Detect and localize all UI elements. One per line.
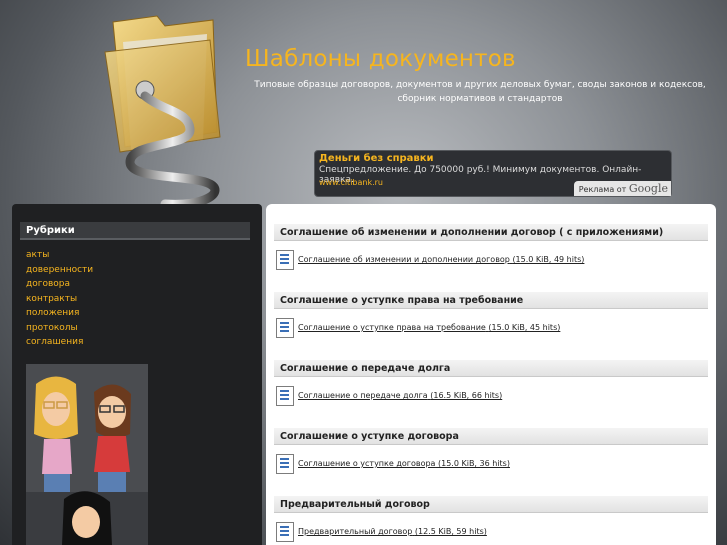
document-icon[interactable]	[276, 454, 294, 474]
doc-meta: (12.5 KiB, 59 hits)	[414, 527, 487, 536]
section-title: Соглашение об изменении и дополнении дог…	[274, 224, 708, 241]
doc-section: Предварительный договор Предварительный …	[274, 496, 708, 542]
google-ad-block[interactable]: Деньги без справки Спецпредложение. До 7…	[314, 150, 672, 197]
section-title: Соглашение о передаче долга	[274, 360, 708, 377]
folder-spring-icon	[104, 15, 221, 207]
doc-section: Соглашение об изменении и дополнении дог…	[274, 224, 708, 270]
category-link[interactable]: доверенности	[26, 263, 93, 278]
doc-row: Предварительный договор (12.5 KiB, 59 hi…	[274, 522, 708, 542]
document-icon[interactable]	[276, 386, 294, 406]
document-icon[interactable]	[276, 250, 294, 270]
category-link[interactable]: контракты	[26, 292, 93, 307]
doc-meta: (15.0 KiB, 49 hits)	[512, 255, 585, 264]
ad-url[interactable]: www.citibank.ru	[319, 178, 383, 187]
main-content: Соглашение об изменении и дополнении дог…	[266, 204, 716, 545]
site-tagline: Типовые образцы договоров, документов и …	[254, 80, 706, 104]
ad-title[interactable]: Деньги без справки	[319, 153, 434, 164]
ad-badge-prefix: Реклама от	[578, 185, 627, 194]
doc-download-link[interactable]: Соглашение о уступке договора	[298, 459, 435, 468]
doc-section: Соглашение о передаче долга Соглашение о…	[274, 360, 708, 406]
site-title[interactable]: Шаблоны документов	[245, 46, 516, 72]
category-link[interactable]: акты	[26, 248, 93, 263]
doc-download-link[interactable]: Соглашение об изменении и дополнении дог…	[298, 255, 510, 264]
ads-by-google-badge[interactable]: Реклама от Google	[573, 181, 671, 196]
category-link[interactable]: соглашения	[26, 335, 93, 350]
doc-meta: (16.5 KiB, 66 hits)	[430, 391, 503, 400]
doc-download-link[interactable]: Предварительный договор	[298, 527, 412, 536]
section-title: Предварительный договор	[274, 496, 708, 513]
doc-row: Соглашение о уступке договора (15.0 KiB,…	[274, 454, 708, 474]
doc-meta: (15.0 KiB, 36 hits)	[438, 459, 510, 468]
google-logo: Google	[628, 182, 668, 195]
cartoon-girls-image	[26, 364, 148, 545]
category-link[interactable]: протоколы	[26, 321, 93, 336]
doc-section: Соглашение о уступке права на требование…	[274, 292, 708, 338]
doc-row: Соглашение о уступке права на требование…	[274, 318, 708, 338]
document-icon[interactable]	[276, 318, 294, 338]
doc-row: Соглашение об изменении и дополнении дог…	[274, 250, 708, 270]
doc-meta: (15.0 KiB, 45 hits)	[488, 323, 561, 332]
category-link[interactable]: договора	[26, 277, 93, 292]
header: Шаблоны документов Типовые образцы догов…	[0, 0, 727, 207]
section-title: Соглашение о уступке права на требование	[274, 292, 708, 309]
sidebar-title: Рубрики	[20, 222, 250, 240]
doc-download-link[interactable]: Соглашение о уступке права на требование	[298, 323, 486, 332]
document-icon[interactable]	[276, 522, 294, 542]
category-link[interactable]: положения	[26, 306, 93, 321]
doc-download-link[interactable]: Соглашение о передаче долга	[298, 391, 428, 400]
sidebar: Рубрики акты доверенности договора контр…	[12, 204, 262, 545]
category-list: акты доверенности договора контракты пол…	[26, 248, 93, 350]
doc-row: Соглашение о передаче долга (16.5 KiB, 6…	[274, 386, 708, 406]
doc-section: Соглашение о уступке договора Соглашение…	[274, 428, 708, 474]
section-title: Соглашение о уступке договора	[274, 428, 708, 445]
